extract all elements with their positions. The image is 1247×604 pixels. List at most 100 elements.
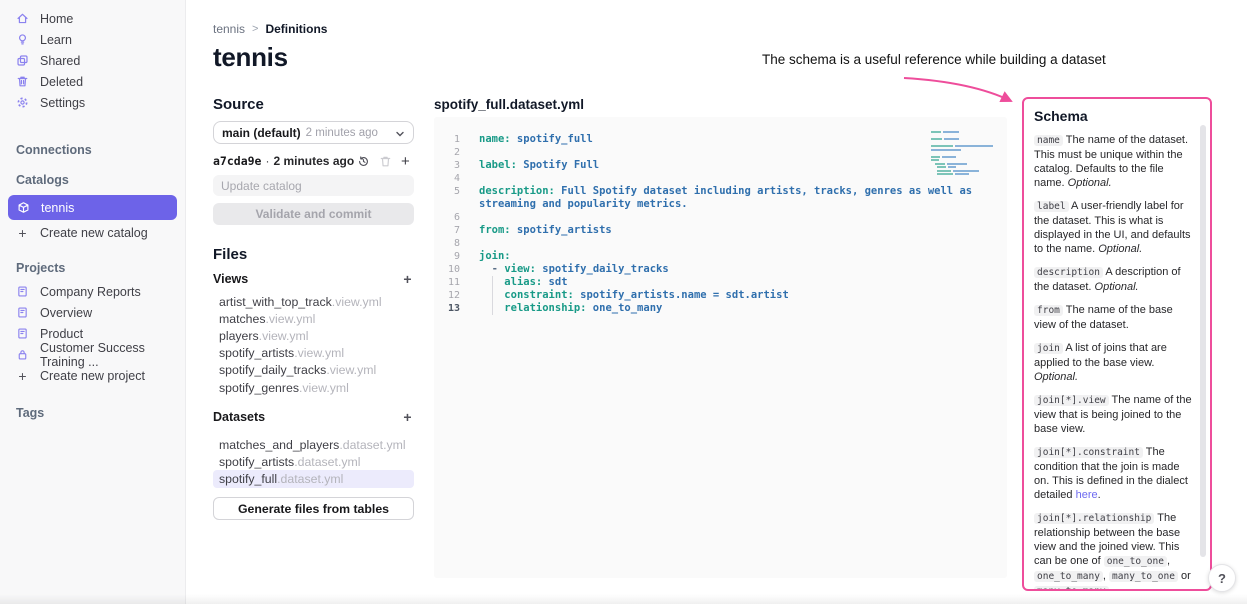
delete-commit-icon[interactable] (379, 155, 392, 168)
indent-guide (492, 276, 493, 315)
branch-select[interactable]: main (default) 2 minutes ago (213, 121, 414, 144)
breadcrumb-current[interactable]: Definitions (265, 22, 327, 36)
sidebar-item-learn[interactable]: Learn (0, 29, 185, 50)
help-button[interactable]: ? (1208, 564, 1236, 592)
schema-entry-join-relationship: join[*].relationship The relationship be… (1034, 511, 1196, 589)
schema-key-chip: label (1034, 201, 1069, 212)
schema-key-chip: join[*].constraint (1034, 447, 1143, 458)
app: Home Learn Shared Deleted Settings Conne… (0, 0, 1247, 604)
sidebar-item-create-catalog[interactable]: + Create new catalog (0, 222, 185, 243)
schema-key-chip: description (1034, 267, 1103, 278)
sidebar-section-tags: Tags (16, 406, 45, 420)
sidebar-item-label: Overview (40, 305, 93, 320)
branch-name: main (default) (222, 125, 301, 140)
file-item[interactable]: matches .view.yml (213, 310, 414, 327)
code-pane: 1 name: spotify_full 2 3 label: Spotify Fu… (434, 117, 1007, 578)
file-name: spotify_genres (219, 380, 299, 395)
file-item-selected[interactable]: spotify_full .dataset.yml (213, 470, 414, 488)
sidebar-item-project[interactable]: Company Reports (0, 281, 185, 302)
sidebar-item-label: Create new project (40, 368, 145, 383)
sidebar: Home Learn Shared Deleted Settings Conne… (0, 0, 186, 604)
file-item[interactable]: spotify_daily_tracks .view.yml (213, 362, 414, 379)
sidebar-item-deleted[interactable]: Deleted (0, 71, 185, 92)
sidebar-item-catalog-tennis[interactable]: tennis (8, 195, 177, 220)
sidebar-item-settings[interactable]: Settings (0, 92, 185, 113)
schema-title: Schema (1034, 108, 1088, 124)
sidebar-item-label: Product (40, 326, 84, 341)
here-link[interactable]: here (1076, 489, 1098, 501)
code-editor[interactable]: 1 name: spotify_full 2 3 label: Spotify Fu… (434, 117, 1007, 578)
sidebar-item-project-locked[interactable]: Customer Success Training ... (0, 341, 185, 369)
code-line: 10 - view: spotify_daily_tracks (447, 263, 669, 275)
schema-key-chip: from (1034, 305, 1063, 316)
code-line: 13 relationship: one_to_many (447, 302, 663, 314)
editor-filename: spotify_full.dataset.yml (434, 97, 585, 112)
file-ext: .view.yml (326, 363, 377, 378)
page-title: tennis (213, 42, 288, 72)
schema-entry-join-constraint: join[*].constraint The condition that th… (1034, 446, 1188, 501)
schema-entry-label: label A user-friendly label for the data… (1034, 200, 1191, 255)
file-item[interactable]: artist_with_top_track .view.yml (213, 293, 414, 310)
schema-key-chip: join[*].view (1034, 395, 1109, 406)
commit-time: 2 minutes ago (273, 154, 355, 168)
commit-row: a7cda9e · 2 minutes ago + (213, 152, 414, 170)
code-line: 3 label: Spotify Full (453, 159, 600, 171)
sidebar-item-label: Settings (40, 95, 86, 110)
file-name: spotify_full (219, 471, 278, 486)
commit-separator: · (265, 154, 270, 168)
schema-key-chip: join[*].relationship (1034, 513, 1155, 524)
shared-icon (16, 54, 29, 67)
code-line: 1 name: spotify_full (453, 133, 593, 145)
datasets-group-header: Datasets + (213, 410, 414, 424)
sidebar-item-label: Home (40, 11, 74, 26)
breadcrumb-separator: > (252, 23, 259, 35)
sidebar-item-project[interactable]: Overview (0, 302, 185, 323)
lock-icon (16, 348, 29, 361)
plus-icon: + (18, 367, 27, 384)
sidebar-item-home[interactable]: Home (0, 8, 185, 29)
add-view-icon[interactable]: + (401, 272, 414, 286)
code-line: 2 (453, 147, 460, 158)
validate-commit-button[interactable]: Validate and commit (213, 203, 414, 225)
schema-entry-join-view: join[*].view The name of the view that i… (1034, 394, 1192, 435)
update-catalog-input[interactable] (213, 175, 414, 196)
generate-files-button[interactable]: Generate files from tables (213, 497, 414, 520)
code-line: 5 description: Full Spotify dataset inclu… (453, 185, 973, 210)
trash-icon (16, 75, 29, 88)
branch-time: 2 minutes ago (305, 126, 378, 139)
code-line: 4 (453, 173, 460, 184)
schema-entry-name: name The name of the dataset. This must … (1034, 134, 1189, 189)
add-dataset-icon[interactable]: + (401, 410, 414, 424)
sidebar-projects-list: Company Reports Overview Product Custome… (0, 281, 185, 386)
file-item[interactable]: matches_and_players .dataset.yml (213, 436, 414, 453)
file-item[interactable]: spotify_artists .dataset.yml (213, 453, 414, 470)
code-line: 12 constraint: spotify_artists.name = sd… (447, 289, 789, 301)
sidebar-section-projects: Projects (16, 261, 66, 275)
file-name: spotify_artists (219, 454, 295, 469)
views-label: Views (213, 272, 249, 286)
breadcrumb-parent[interactable]: tennis (213, 22, 245, 36)
file-item[interactable]: spotify_genres .view.yml (213, 379, 414, 396)
file-ext: .dataset.yml (277, 471, 344, 486)
file-name: artist_with_top_track (219, 294, 332, 309)
plus-icon: + (18, 224, 27, 241)
add-commit-icon[interactable]: + (401, 154, 414, 169)
file-item[interactable]: spotify_artists .view.yml (213, 345, 414, 362)
code-line: 6 (453, 212, 460, 223)
schema-key-chip: name (1034, 135, 1063, 146)
file-ext: .view.yml (331, 294, 382, 309)
file-name: players (219, 328, 259, 343)
file-name: spotify_artists (219, 346, 295, 361)
files-heading: Files (213, 246, 248, 263)
file-ext: .view.yml (265, 311, 316, 326)
annotation-arrow-icon (903, 77, 1013, 103)
sidebar-item-shared[interactable]: Shared (0, 50, 185, 71)
sidebar-section-catalogs: Catalogs (16, 173, 69, 187)
history-icon[interactable] (357, 155, 370, 168)
bottom-fade (0, 594, 1247, 604)
file-ext: .dataset.yml (339, 437, 406, 452)
code-line: 11 alias: sdt (447, 276, 568, 288)
schema-scrollbar[interactable] (1200, 125, 1206, 557)
file-item[interactable]: players .view.yml (213, 327, 414, 344)
file-ext: .view.yml (294, 346, 345, 361)
